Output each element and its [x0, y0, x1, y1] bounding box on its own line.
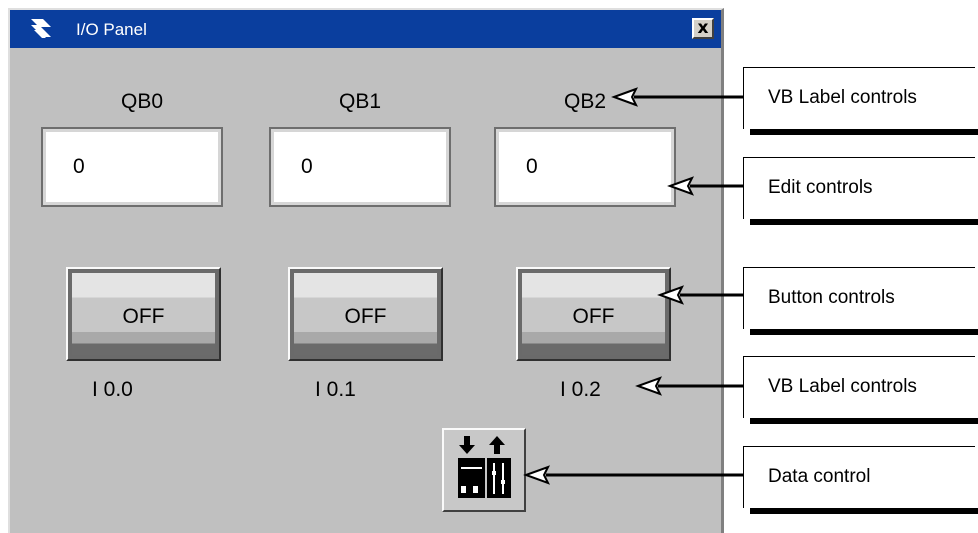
- arrow-data-control: [523, 465, 743, 485]
- callout-arrows: [523, 87, 743, 485]
- arrow-vb-label-bottom: [635, 376, 743, 396]
- arrow-vb-label-top: [611, 87, 743, 107]
- arrow-edit-controls: [667, 176, 743, 196]
- arrow-button-controls: [657, 285, 743, 305]
